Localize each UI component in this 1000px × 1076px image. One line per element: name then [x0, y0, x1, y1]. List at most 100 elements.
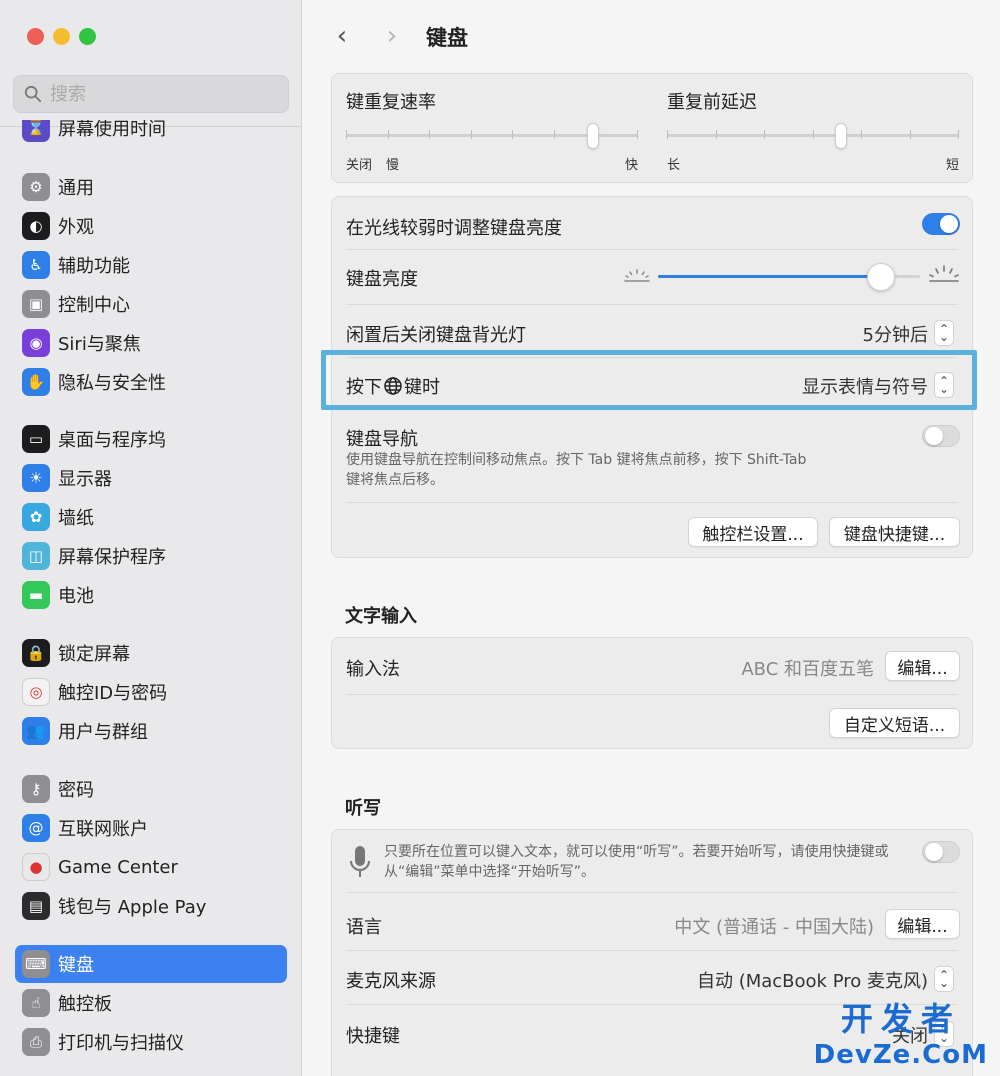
delay-short-label: 短 [946, 158, 960, 173]
sidebar-item[interactable]: ⚙ 通用 [15, 168, 287, 206]
flower-icon: ✿ [22, 503, 50, 531]
forward-button[interactable]: › [381, 21, 403, 51]
sidebar-item[interactable]: ⎙ 打印机与扫描仪 [15, 1023, 287, 1061]
sidebar-item[interactable]: ▭ 桌面与程序坞 [15, 420, 287, 458]
sidebar-item[interactable]: ▬ 电池 [15, 576, 287, 614]
sidebar-item[interactable]: ✋ 隐私与安全性 [15, 363, 287, 401]
minimize-window-button[interactable] [53, 28, 70, 45]
key-icon: ⚷ [22, 775, 50, 803]
repeat-delay-slider[interactable] [667, 122, 959, 150]
sidebar-item-label: 密码 [58, 780, 94, 801]
slider-tick [554, 130, 555, 139]
idle-backlight-value[interactable]: 5分钟后 [863, 321, 928, 347]
sidebar-item-label: 辅助功能 [58, 256, 130, 277]
dictation-toggle[interactable] [922, 841, 960, 863]
sidebar-item-label: 桌面与程序坞 [58, 430, 166, 451]
separator [346, 694, 958, 695]
keyboard-navigation-description-2: 键将焦点后移。 [346, 472, 444, 488]
slider-thumb[interactable] [587, 123, 599, 149]
shortcut-label: 快捷键 [346, 1026, 400, 1047]
sidebar-item[interactable]: 🔒 锁定屏幕 [15, 634, 287, 672]
sidebar-item-label: 用户与群组 [58, 722, 148, 743]
sidebar-item[interactable]: ● Game Center [15, 848, 287, 886]
game-center-icon: ● [22, 853, 50, 881]
printer-icon: ⎙ [22, 1028, 50, 1056]
users-icon: 👥 [22, 717, 50, 745]
sidebar-item[interactable]: ☀ 显示器 [15, 459, 287, 497]
sidebar-item-label: 键盘 [58, 955, 94, 976]
slider-tick [429, 130, 430, 139]
sidebar-item[interactable]: ▣ 控制中心 [15, 285, 287, 323]
sidebar-item-label: 锁定屏幕 [58, 644, 130, 665]
sidebar-item[interactable]: ▤ 钱包与 Apple Pay [15, 887, 287, 925]
sidebar-item-label: 屏幕使用时间 [58, 119, 166, 140]
slider-tick [346, 130, 347, 139]
slider-tick [764, 130, 765, 139]
separator [346, 892, 958, 893]
sidebar-item[interactable]: ⌨ 键盘 [15, 945, 287, 983]
dock-icon: ▭ [22, 425, 50, 453]
microphone-source-value[interactable]: 自动 (MacBook Pro 麦克风) [697, 967, 928, 993]
slider-thumb[interactable] [867, 263, 895, 291]
zoom-window-button[interactable] [79, 28, 96, 45]
sidebar-item[interactable]: ⌛ 屏幕使用时间 [15, 119, 287, 144]
sidebar-item[interactable]: ✿ 墙纸 [15, 498, 287, 536]
sidebar-item[interactable]: ◉ Siri与聚焦 [15, 324, 287, 362]
search-field[interactable] [13, 75, 289, 113]
sidebar-item[interactable]: ◎ 触控ID与密码 [15, 673, 287, 711]
sidebar-item[interactable]: ◫ 屏幕保护程序 [15, 537, 287, 575]
search-input[interactable] [50, 83, 270, 105]
input-sources-value: ABC 和百度五笔 [741, 659, 874, 680]
slider-tick [813, 130, 814, 139]
wallet-icon: ▤ [22, 892, 50, 920]
language-edit-button[interactable]: 编辑... [885, 909, 960, 939]
sidebar-item[interactable]: 👥 用户与群组 [15, 712, 287, 750]
slider-tick [667, 130, 668, 139]
sidebar-item-label: 屏幕保护程序 [58, 547, 166, 568]
sidebar-item[interactable]: ♿ 辅助功能 [15, 246, 287, 284]
text-input-section-title: 文字输入 [345, 606, 417, 627]
accessibility-icon: ♿ [22, 251, 50, 279]
input-sources-edit-button[interactable]: 编辑... [885, 651, 960, 681]
keyboard-shortcuts-button[interactable]: 键盘快捷键... [829, 517, 960, 547]
sidebar-item[interactable]: ◐ 外观 [15, 207, 287, 245]
main-pane: ‹ › 键盘 键重复速率 重复前延迟 关闭 慢 快 长 短 在光线较弱时调整键盘… [303, 0, 1000, 1076]
separator [346, 950, 958, 951]
slider-tick [388, 130, 389, 139]
keyboard-navigation-label: 键盘导航 [346, 429, 418, 450]
gear-icon: ⚙ [22, 173, 50, 201]
sidebar-item-label: 外观 [58, 217, 94, 238]
idle-backlight-label: 闲置后关闭键盘背光灯 [346, 325, 526, 346]
keyboard-navigation-toggle[interactable] [922, 425, 960, 447]
touch-bar-settings-button[interactable]: 触控栏设置... [688, 517, 818, 547]
sidebar-item[interactable]: @ 互联网账户 [15, 809, 287, 847]
idle-backlight-stepper[interactable]: ⌃ ⌄ [934, 320, 954, 346]
slider-thumb[interactable] [835, 123, 847, 149]
battery-icon: ▬ [22, 581, 50, 609]
close-window-button[interactable] [27, 28, 44, 45]
keyboard-brightness-slider[interactable] [658, 263, 920, 291]
sidebar-item[interactable]: ☝ 触控板 [15, 984, 287, 1022]
auto-brightness-toggle[interactable] [922, 213, 960, 235]
control-center-icon: ▣ [22, 290, 50, 318]
language-label: 语言 [346, 917, 382, 938]
input-sources-label: 输入法 [346, 659, 400, 680]
back-button[interactable]: ‹ [331, 21, 353, 51]
sidebar-item[interactable]: ⚷ 密码 [15, 770, 287, 808]
sidebar-item-label: 隐私与安全性 [58, 373, 166, 394]
sidebar: ⌛ 屏幕使用时间 ⚙ 通用 ◐ 外观 ♿ 辅助功能 ▣ 控制中心 ◉ Siri与聚焦 ✋ 隐私与安全性 ▭ 桌… [0, 0, 302, 1076]
sidebar-item-label: 触控板 [58, 994, 112, 1015]
auto-brightness-label: 在光线较弱时调整键盘亮度 [346, 218, 562, 239]
text-input-card: 输入法 ABC 和百度五笔 编辑... 自定义短语... [331, 637, 973, 749]
fingerprint-icon: ◎ [22, 678, 50, 706]
sidebar-item-label: 通用 [58, 178, 94, 199]
key-repeat-rate-slider[interactable] [346, 122, 638, 150]
slider-tick [861, 130, 862, 139]
keyboard-brightness-label: 键盘亮度 [346, 269, 418, 290]
sidebar-item-label: 打印机与扫描仪 [58, 1033, 184, 1054]
repeat-delay-label: 重复前延迟 [667, 92, 757, 113]
rate-fast-label: 快 [625, 158, 639, 173]
microphone-source-stepper[interactable]: ⌃ ⌄ [934, 966, 954, 992]
text-replacements-button[interactable]: 自定义短语... [829, 708, 960, 738]
keyboard-icon: ⌨ [22, 950, 50, 978]
